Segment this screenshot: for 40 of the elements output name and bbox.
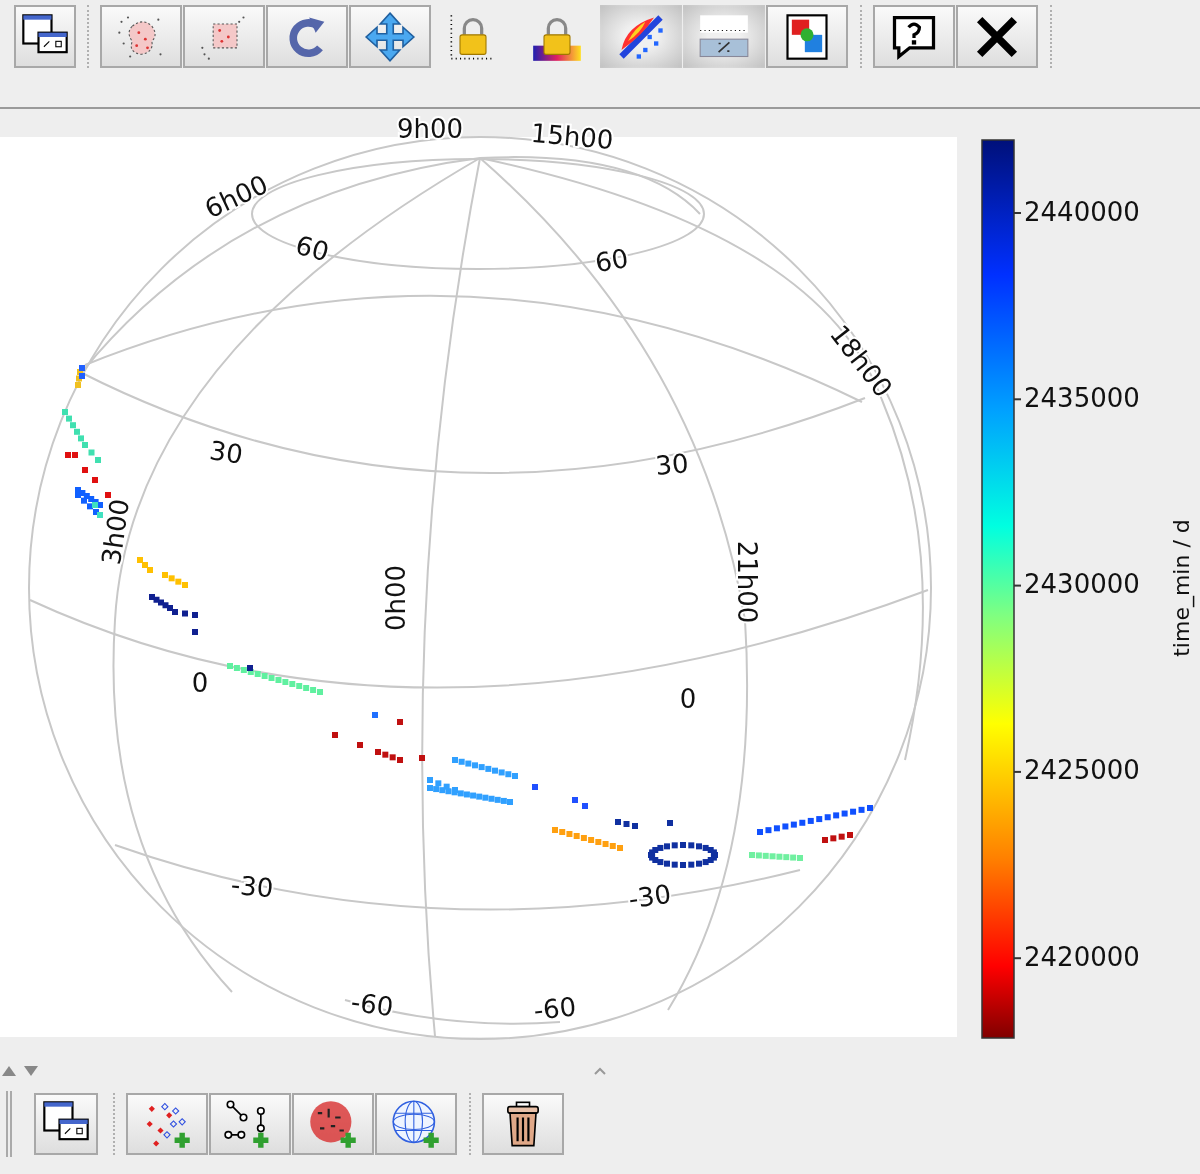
grid-label: -30 <box>229 869 275 904</box>
grid-label: 0 <box>191 667 209 698</box>
delete-layer-button[interactable] <box>482 1093 564 1155</box>
scale-tick-label: 2435000 <box>1024 382 1140 413</box>
grid-label: 30 <box>654 448 690 481</box>
four-arrow-icon <box>364 10 416 63</box>
label-blob-add-icon <box>307 1098 359 1150</box>
close-button[interactable] <box>956 5 1038 68</box>
scale-tick-label: 2420000 <box>1024 941 1140 972</box>
grid-label: 0 <box>679 683 697 714</box>
grid-label: 0h00 <box>380 564 411 632</box>
add-sky-layer-button[interactable] <box>375 1093 457 1155</box>
help-button[interactable] <box>873 5 955 68</box>
density-button[interactable] <box>600 5 682 68</box>
globe-add-icon <box>390 1098 442 1150</box>
down-arrow-icon[interactable] <box>24 1066 38 1076</box>
add-label-layer-button[interactable] <box>292 1093 374 1155</box>
scale-tick-label: 2425000 <box>1024 755 1140 786</box>
scale-tick-label: 2430000 <box>1024 569 1140 600</box>
window-button[interactable] <box>34 1093 98 1155</box>
grid-label: 60 <box>292 229 333 268</box>
scale-tick-label: 2440000 <box>1024 196 1140 227</box>
grid-label: 15h00 <box>529 117 615 156</box>
rotate-button[interactable] <box>266 5 348 68</box>
grid-label: 30 <box>207 435 245 470</box>
grid-label: 6h00 <box>200 169 273 225</box>
grid-label: -30 <box>626 878 673 915</box>
grid-label: -60 <box>532 991 578 1026</box>
add-scatter-layer-button[interactable] <box>126 1093 208 1155</box>
grid-label: 3h00 <box>96 496 135 567</box>
move-button[interactable] <box>349 5 431 68</box>
axis-label: time_min / d <box>1169 519 1194 657</box>
window-button[interactable] <box>14 5 76 68</box>
grid-label: 9h00 <box>396 113 464 144</box>
up-arrow-icon[interactable] <box>2 1066 16 1076</box>
export-button[interactable] <box>766 5 848 68</box>
add-pair-layer-button[interactable] <box>209 1093 291 1155</box>
grid-label: -60 <box>349 986 396 1023</box>
grid-label: 21h00 <box>731 540 762 624</box>
grid-label: 60 <box>592 242 631 279</box>
